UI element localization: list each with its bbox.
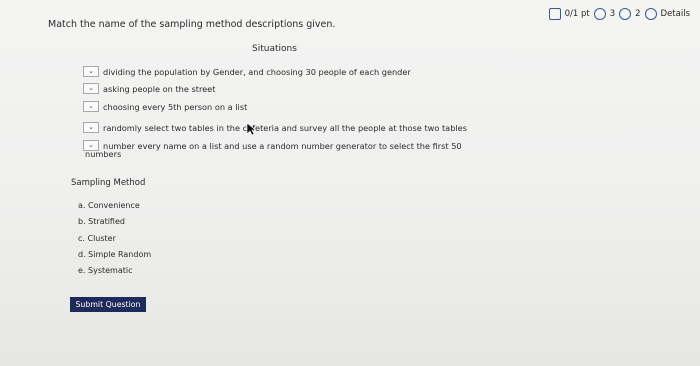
answer-dropdown[interactable]: ⌄ [83,122,99,133]
situations-heading: Situations [252,44,297,54]
situation-text: number every name on a list and use a ra… [103,140,462,151]
situation-text: choosing every 5th person on a list [103,101,248,112]
page: 0/1 pt 3 2 Details Match the name of the… [0,0,700,366]
answer-dropdown[interactable]: ⌄ [83,83,99,94]
situation-text: randomly select two tables in the cafete… [103,122,467,133]
situation-row: ⌄ dividing the population by Gender, and… [83,66,411,77]
score-text: 0/1 pt [564,9,590,19]
submit-question-button[interactable]: Submit Question [70,297,146,312]
situation-row: ⌄ randomly select two tables in the cafe… [83,122,467,133]
sampling-method-heading: Sampling Method [71,178,146,188]
situation-text: dividing the population by Gender, and c… [103,66,411,77]
details-link[interactable]: Details [661,9,690,19]
answer-dropdown[interactable]: ⌄ [83,66,99,77]
retries-count: 2 [635,9,641,19]
answer-dropdown[interactable]: ⌄ [83,101,99,112]
score-icon [548,8,561,20]
method-option: d. Simple Random [78,250,152,259]
situation-row: ⌄ number every name on a list and use a … [83,140,462,151]
mouse-cursor-icon [246,122,256,136]
question-prompt: Match the name of the sampling method de… [48,19,336,30]
method-option: c. Cluster [78,234,116,243]
attempts-icon [593,8,606,20]
method-option: e. Systematic [78,266,133,275]
situation-text-wrap: numbers [85,149,122,159]
situation-row: ⌄ choosing every 5th person on a list [83,101,247,112]
method-option: b. Stratified [78,217,125,226]
attempts-count: 3 [609,9,616,19]
situation-row: ⌄ asking people on the street [83,83,215,94]
retry-icon [619,8,632,20]
situation-text: asking people on the street [103,83,216,94]
question-status-bar: 0/1 pt 3 2 Details [548,8,690,20]
method-option: a. Convenience [78,201,140,210]
info-icon[interactable] [644,8,657,20]
